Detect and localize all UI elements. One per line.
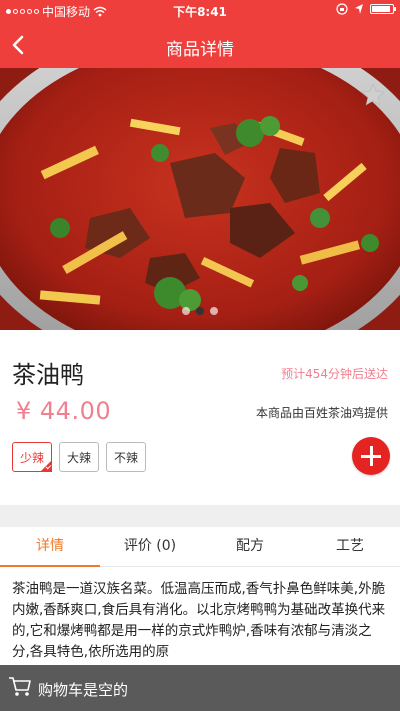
lock-rotation-icon (336, 3, 348, 15)
carousel-dot[interactable] (210, 307, 218, 315)
plus-circle-icon[interactable] (352, 437, 390, 475)
tab-process[interactable]: 工艺 (300, 527, 400, 566)
nav-bar: 商品详情 (0, 22, 400, 68)
status-right (336, 3, 396, 15)
cart-icon (9, 677, 31, 696)
delivery-eta: 预计454分钟后送达 (281, 367, 388, 381)
tab-details[interactable]: 详情 (0, 527, 100, 567)
carousel-dot-active[interactable] (196, 307, 204, 315)
spec-option-label: 大辣 (67, 450, 92, 465)
carousel-dot[interactable] (182, 307, 190, 315)
spice-options: 少辣 大辣 不辣 (12, 442, 147, 472)
product-name: 茶油鸭 (12, 361, 84, 389)
page-title: 商品详情 (166, 40, 234, 60)
cart-empty-text: 购物车是空的 (38, 681, 129, 699)
carousel-dots (0, 307, 400, 315)
section-divider (0, 505, 400, 527)
product-photo (0, 68, 400, 330)
battery-icon (370, 4, 396, 14)
tab-recipe[interactable]: 配方 (200, 527, 300, 566)
cart-bar[interactable]: 购物车是空的 (0, 665, 400, 711)
spec-option-not-spicy[interactable]: 不辣 (106, 442, 147, 472)
provider-label: 本商品由百姓茶油鸡提供 (255, 406, 388, 420)
checkmark-icon (40, 460, 53, 472)
status-bar: 中国移动 下午8:41 (0, 0, 400, 22)
product-image-gallery[interactable] (0, 68, 400, 330)
tab-reviews[interactable]: 评价 (0) (100, 527, 200, 566)
detail-tabs: 详情 评价 (0) 配方 工艺 (0, 527, 400, 567)
location-icon (355, 4, 363, 14)
spec-option-hot[interactable]: 大辣 (59, 442, 100, 472)
product-description: 茶油鸭是一道汉族名菜。低温高压而成,香气扑鼻色鲜味美,外脆内嫩,香酥爽口,食后具… (12, 581, 386, 660)
product-price: ¥ 44.00 (16, 397, 112, 425)
spec-option-mild[interactable]: 少辣 (12, 442, 53, 472)
spec-option-label: 不辣 (114, 450, 139, 465)
star-icon[interactable] (360, 82, 386, 108)
